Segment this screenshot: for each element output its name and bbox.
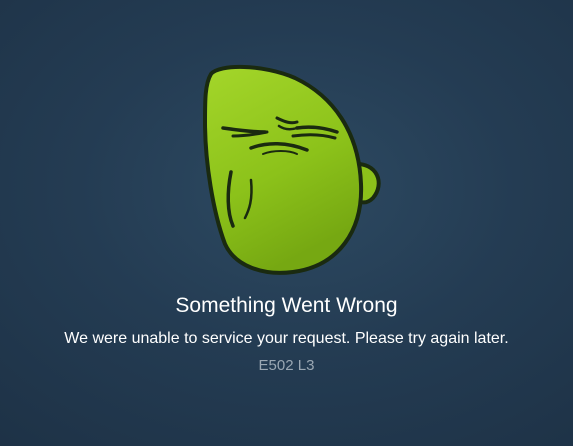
error-message: We were unable to service your request. … xyxy=(64,330,509,347)
frustrated-green-blob-icon xyxy=(203,65,381,275)
error-code: E502 L3 xyxy=(258,357,315,374)
error-title: Something Went Wrong xyxy=(175,294,398,317)
error-page: Something Went Wrong We were unable to s… xyxy=(0,0,573,446)
